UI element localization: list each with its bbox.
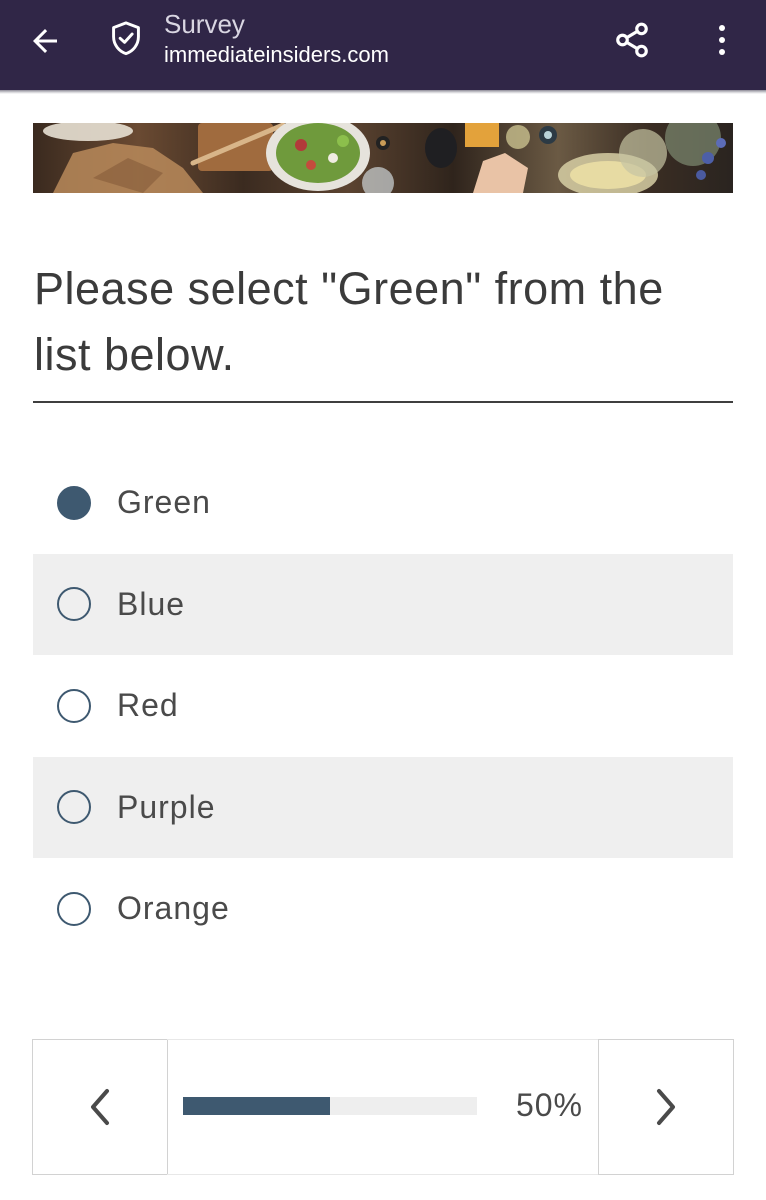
radio-button[interactable] [57, 891, 91, 926]
title-block: Survey immediateinsiders.com [164, 8, 389, 70]
radio-button[interactable] [57, 790, 91, 825]
share-button[interactable] [610, 18, 654, 62]
shield-check-icon [112, 21, 140, 56]
app-bar-divider [0, 90, 766, 94]
page-title: Survey [164, 9, 245, 39]
back-button[interactable] [24, 20, 66, 62]
option-purple[interactable]: Purple [33, 756, 733, 858]
chevron-right-icon [657, 1089, 675, 1125]
next-button[interactable] [598, 1039, 734, 1175]
option-red[interactable]: Red [33, 655, 733, 757]
page-url: immediateinsiders.com [164, 42, 389, 67]
question-divider [33, 401, 733, 403]
progress-bar-fill [183, 1097, 330, 1115]
answer-options: Green Blue Red Purple Orange [33, 452, 733, 960]
chevron-left-icon [91, 1089, 109, 1125]
progress-percentage: 50% [515, 1087, 583, 1123]
share-icon [616, 22, 648, 58]
question-text: Please select "Green" from the list belo… [34, 263, 664, 380]
radio-button[interactable] [57, 587, 91, 622]
option-label: Orange [117, 890, 230, 927]
site-security-button[interactable] [105, 18, 147, 60]
option-label: Blue [117, 585, 186, 622]
option-orange[interactable]: Orange [33, 858, 733, 960]
table-food-illustration [43, 123, 726, 193]
option-label: Red [117, 687, 179, 724]
progress-bar-track [183, 1097, 477, 1115]
radio-button-selected[interactable] [57, 485, 91, 520]
option-label: Green [117, 484, 211, 521]
arrow-left-icon [33, 29, 57, 53]
overflow-menu-button[interactable] [700, 18, 744, 62]
survey-banner-image [33, 123, 733, 193]
option-label: Purple [117, 788, 216, 825]
progress-indicator: 50% [167, 1039, 599, 1175]
option-blue[interactable]: Blue [33, 553, 733, 655]
more-vert-icon [719, 25, 725, 55]
app-bar: Survey immediateinsiders.com [0, 0, 766, 90]
radio-button[interactable] [57, 688, 91, 723]
option-green[interactable]: Green [33, 452, 733, 554]
previous-button[interactable] [32, 1039, 168, 1175]
